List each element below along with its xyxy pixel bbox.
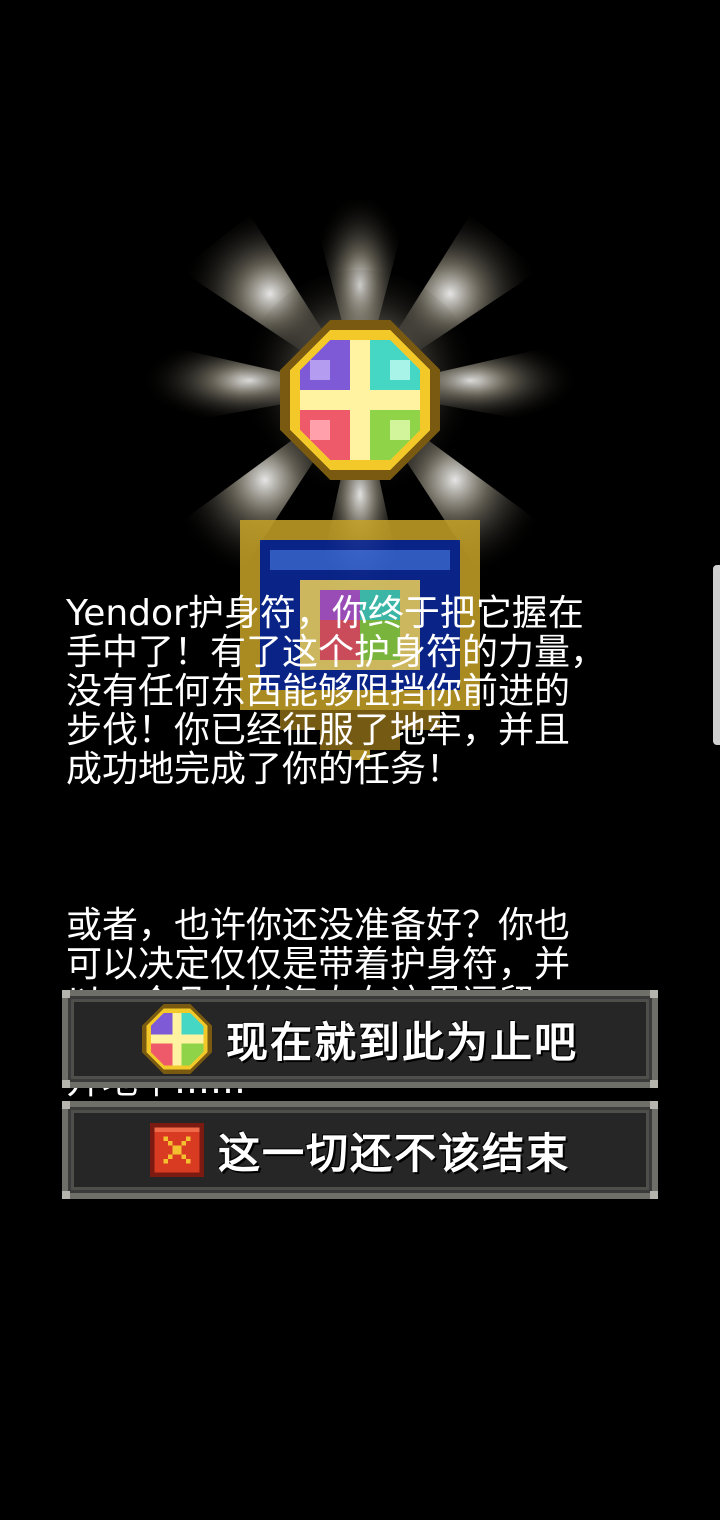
end-game-button[interactable]: 现在就到此为止吧 bbox=[62, 990, 658, 1088]
amulet-of-yendor-icon bbox=[280, 320, 440, 480]
amulet-icon bbox=[141, 1004, 212, 1074]
continue-game-button[interactable]: 这一切还不该结束 bbox=[62, 1101, 658, 1199]
continue-game-label: 这一切还不该结束 bbox=[217, 1128, 570, 1178]
story-paragraph-victory: Yendor护身符，你终于把它握在 手中了！有了这个护身符的力量， 没有任何东西… bbox=[66, 593, 607, 790]
scrollbar[interactable] bbox=[713, 565, 720, 745]
end-game-label: 现在就到此为止吧 bbox=[225, 1017, 578, 1067]
red-x-icon bbox=[149, 1123, 204, 1177]
